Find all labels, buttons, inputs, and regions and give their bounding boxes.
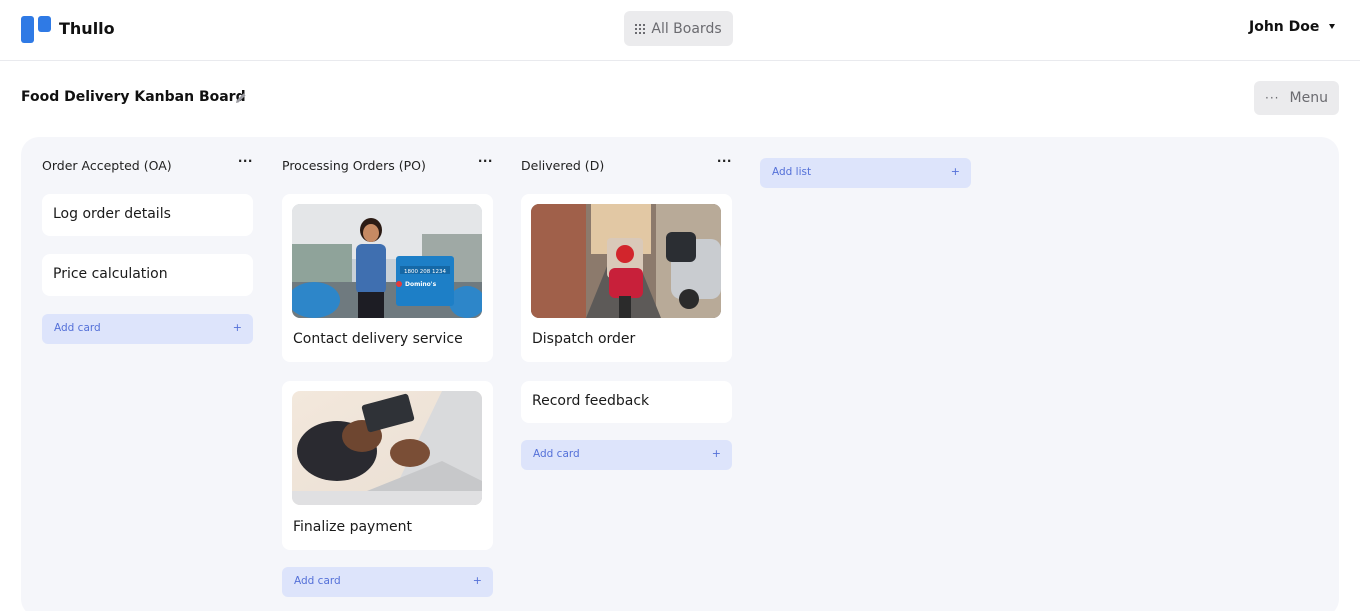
grid-icon — [635, 23, 646, 34]
add-card-button[interactable]: Add card + — [42, 314, 253, 344]
more-dots-icon: ··· — [1265, 91, 1280, 105]
box-brand-text: Domino's — [405, 281, 437, 288]
card-title: Finalize payment — [293, 519, 412, 535]
card[interactable]: Dispatch order — [521, 194, 732, 362]
list-menu-icon[interactable]: ··· — [717, 154, 732, 168]
add-card-button[interactable]: Add card + — [282, 567, 493, 597]
add-card-label: Add card — [533, 448, 580, 460]
plus-icon: + — [950, 165, 960, 178]
card-title: Contact delivery service — [293, 331, 463, 347]
card[interactable]: Record feedback — [521, 381, 732, 423]
all-boards-button[interactable]: All Boards — [624, 11, 733, 46]
add-list-label: Add list — [772, 166, 812, 178]
top-header: Thullo All Boards John Doe — [0, 0, 1360, 61]
add-card-button[interactable]: Add card + — [521, 440, 732, 470]
logo-bar-right — [38, 16, 51, 32]
caret-down-icon[interactable] — [1329, 24, 1335, 29]
menu-label: Menu — [1289, 90, 1328, 106]
card-title: Dispatch order — [532, 331, 636, 347]
list-header: Delivered (D) ··· — [521, 154, 732, 174]
card-title: Record feedback — [532, 393, 650, 409]
list-menu-icon[interactable]: ··· — [238, 154, 253, 168]
board-canvas: Order Accepted (OA) ··· Log order detail… — [21, 137, 1339, 611]
list-title: Order Accepted (OA) — [42, 158, 172, 173]
add-card-label: Add card — [294, 575, 341, 587]
list-header: Processing Orders (PO) ··· — [282, 154, 493, 174]
card[interactable]: Finalize payment — [282, 381, 493, 550]
card[interactable]: Log order details — [42, 194, 253, 236]
plus-icon: + — [232, 321, 242, 334]
all-boards-label: All Boards — [651, 20, 722, 37]
delivery-bike-street-photo — [531, 204, 721, 318]
pencil-icon[interactable] — [234, 91, 248, 105]
list-title: Delivered (D) — [521, 158, 605, 173]
card[interactable]: 1800 208 1234 Domino's Contact delivery … — [282, 194, 493, 362]
box-phone-text: 1800 208 1234 — [404, 269, 446, 275]
plus-icon: + — [711, 447, 721, 460]
plus-icon: + — [472, 574, 482, 587]
add-card-label: Add card — [54, 322, 101, 334]
delivery-person-photo: 1800 208 1234 Domino's — [292, 204, 482, 318]
board-title: Food Delivery Kanban Board — [21, 89, 246, 105]
thullo-logo[interactable] — [21, 16, 51, 43]
card-title: Log order details — [53, 206, 171, 222]
user-name[interactable]: John Doe — [1249, 19, 1319, 35]
add-list-button[interactable]: Add list + — [760, 158, 971, 188]
list-header: Order Accepted (OA) ··· — [42, 154, 253, 174]
card[interactable]: Price calculation — [42, 254, 253, 296]
list-menu-icon[interactable]: ··· — [478, 154, 493, 168]
app-name: Thullo — [59, 19, 115, 38]
card-title: Price calculation — [53, 266, 168, 282]
card-payment-laptop-photo — [292, 391, 482, 505]
logo-bar-left — [21, 16, 34, 43]
list-title: Processing Orders (PO) — [282, 158, 426, 173]
menu-button[interactable]: ··· Menu — [1254, 81, 1339, 115]
